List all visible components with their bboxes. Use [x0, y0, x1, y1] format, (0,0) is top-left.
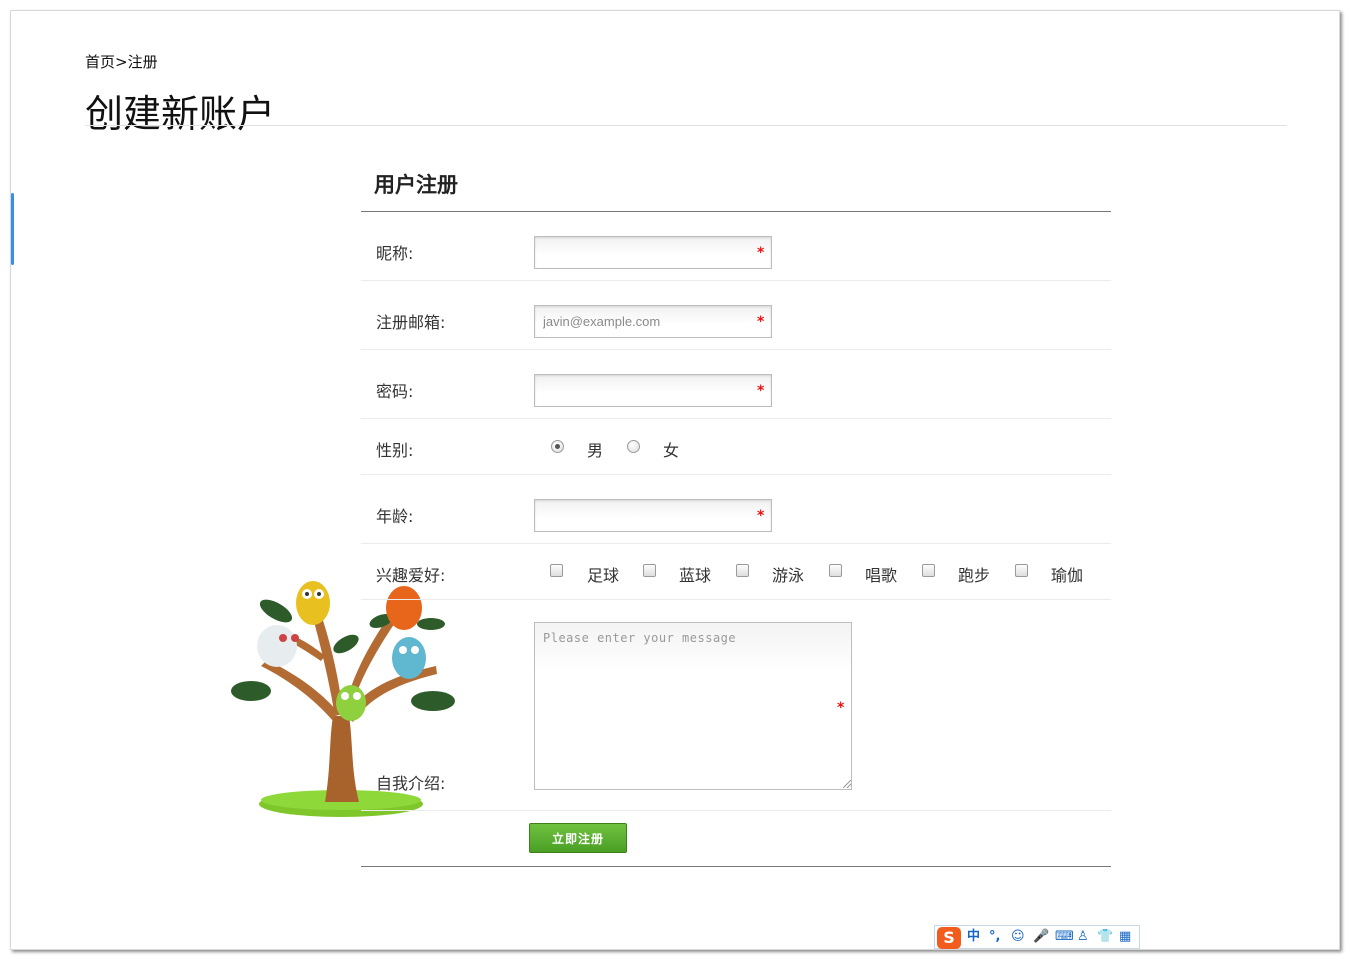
- email-required-mark: *: [757, 314, 765, 330]
- password-row: 密码: *: [361, 350, 1111, 419]
- ime-voice-icon[interactable]: 🎤: [1033, 928, 1049, 946]
- nickname-required-mark: *: [757, 245, 765, 261]
- hobby-basketball-label[interactable]: 蓝球: [679, 562, 711, 586]
- nickname-input[interactable]: [534, 236, 772, 269]
- password-required-mark: *: [757, 383, 765, 399]
- register-submit-button[interactable]: 立即注册: [529, 823, 627, 853]
- email-label: 注册邮箱:: [376, 313, 446, 332]
- sogou-logo-icon[interactable]: S: [937, 927, 961, 949]
- ime-punctuation-icon[interactable]: °,: [989, 928, 1000, 946]
- nickname-label: 昵称:: [376, 244, 414, 263]
- nickname-row: 昵称: *: [361, 212, 1111, 281]
- gender-row: 性别: 男 女: [361, 419, 1111, 475]
- hobby-swimming-label[interactable]: 游泳: [772, 562, 804, 586]
- hobby-yoga-checkbox[interactable]: [1015, 564, 1028, 577]
- age-input[interactable]: [534, 499, 772, 532]
- textarea-resize-handle[interactable]: [843, 780, 851, 788]
- breadcrumb: 首页>注册: [85, 51, 158, 72]
- breadcrumb-current: 注册: [127, 53, 158, 71]
- breadcrumb-separator: >: [115, 53, 128, 71]
- hobby-football-label[interactable]: 足球: [587, 562, 619, 586]
- intro-row: 自我介绍: *: [361, 600, 1111, 811]
- hobby-singing-label[interactable]: 唱歌: [865, 562, 897, 586]
- intro-required-mark: *: [837, 700, 845, 716]
- hobby-yoga-label[interactable]: 瑜伽: [1051, 562, 1083, 586]
- hobby-swimming-checkbox[interactable]: [736, 564, 749, 577]
- gender-male-label[interactable]: 男: [587, 437, 603, 461]
- hobby-running-checkbox[interactable]: [922, 564, 935, 577]
- ime-skin-icon[interactable]: 👕: [1097, 928, 1113, 946]
- gender-female-radio[interactable]: [627, 440, 640, 453]
- age-row: 年龄: *: [361, 475, 1111, 544]
- email-row: 注册邮箱: *: [361, 281, 1111, 350]
- ime-toolbox-icon[interactable]: ▦: [1119, 928, 1131, 946]
- browser-page: 首页>注册 创建新账户 用户注册 昵称: * 注册邮箱: javin@examp…: [10, 10, 1340, 950]
- title-divider: [85, 125, 1287, 126]
- gender-label: 性别:: [376, 441, 414, 460]
- intro-label: 自我介绍:: [376, 774, 446, 793]
- password-input[interactable]: [534, 374, 772, 407]
- ime-toolbar: S 中 °, ☺ 🎤 ⌨ ♙ 👕 ▦: [934, 925, 1140, 949]
- hobby-running-label[interactable]: 跑步: [958, 562, 990, 586]
- hobbies-label: 兴趣爱好:: [376, 566, 446, 585]
- form-heading: 用户注册: [361, 169, 1111, 212]
- hobbies-row: 兴趣爱好: 足球 蓝球 游泳 唱歌 跑步 瑜伽: [361, 544, 1111, 600]
- page-title: 创建新账户: [85, 92, 276, 136]
- ime-user-icon[interactable]: ♙: [1077, 928, 1089, 946]
- password-label: 密码:: [376, 382, 414, 401]
- email-input[interactable]: [534, 305, 772, 338]
- breadcrumb-home-link[interactable]: 首页: [85, 53, 115, 71]
- hobby-singing-checkbox[interactable]: [829, 564, 842, 577]
- intro-textarea[interactable]: [534, 622, 852, 790]
- gender-male-radio[interactable]: [551, 440, 564, 453]
- scroll-indicator[interactable]: [11, 193, 14, 265]
- submit-row: 立即注册: [361, 811, 1111, 867]
- gender-female-label[interactable]: 女: [663, 437, 679, 461]
- registration-form: 用户注册 昵称: * 注册邮箱: * 密码: * 性别: 男 女 年龄: *: [361, 169, 1111, 867]
- ime-emoji-icon[interactable]: ☺: [1011, 928, 1025, 946]
- age-label: 年龄:: [376, 507, 414, 526]
- ime-keyboard-icon[interactable]: ⌨: [1055, 928, 1074, 946]
- age-required-mark: *: [757, 508, 765, 524]
- hobby-basketball-checkbox[interactable]: [643, 564, 656, 577]
- ime-chinese-mode-icon[interactable]: 中: [967, 928, 980, 946]
- hobby-football-checkbox[interactable]: [550, 564, 563, 577]
